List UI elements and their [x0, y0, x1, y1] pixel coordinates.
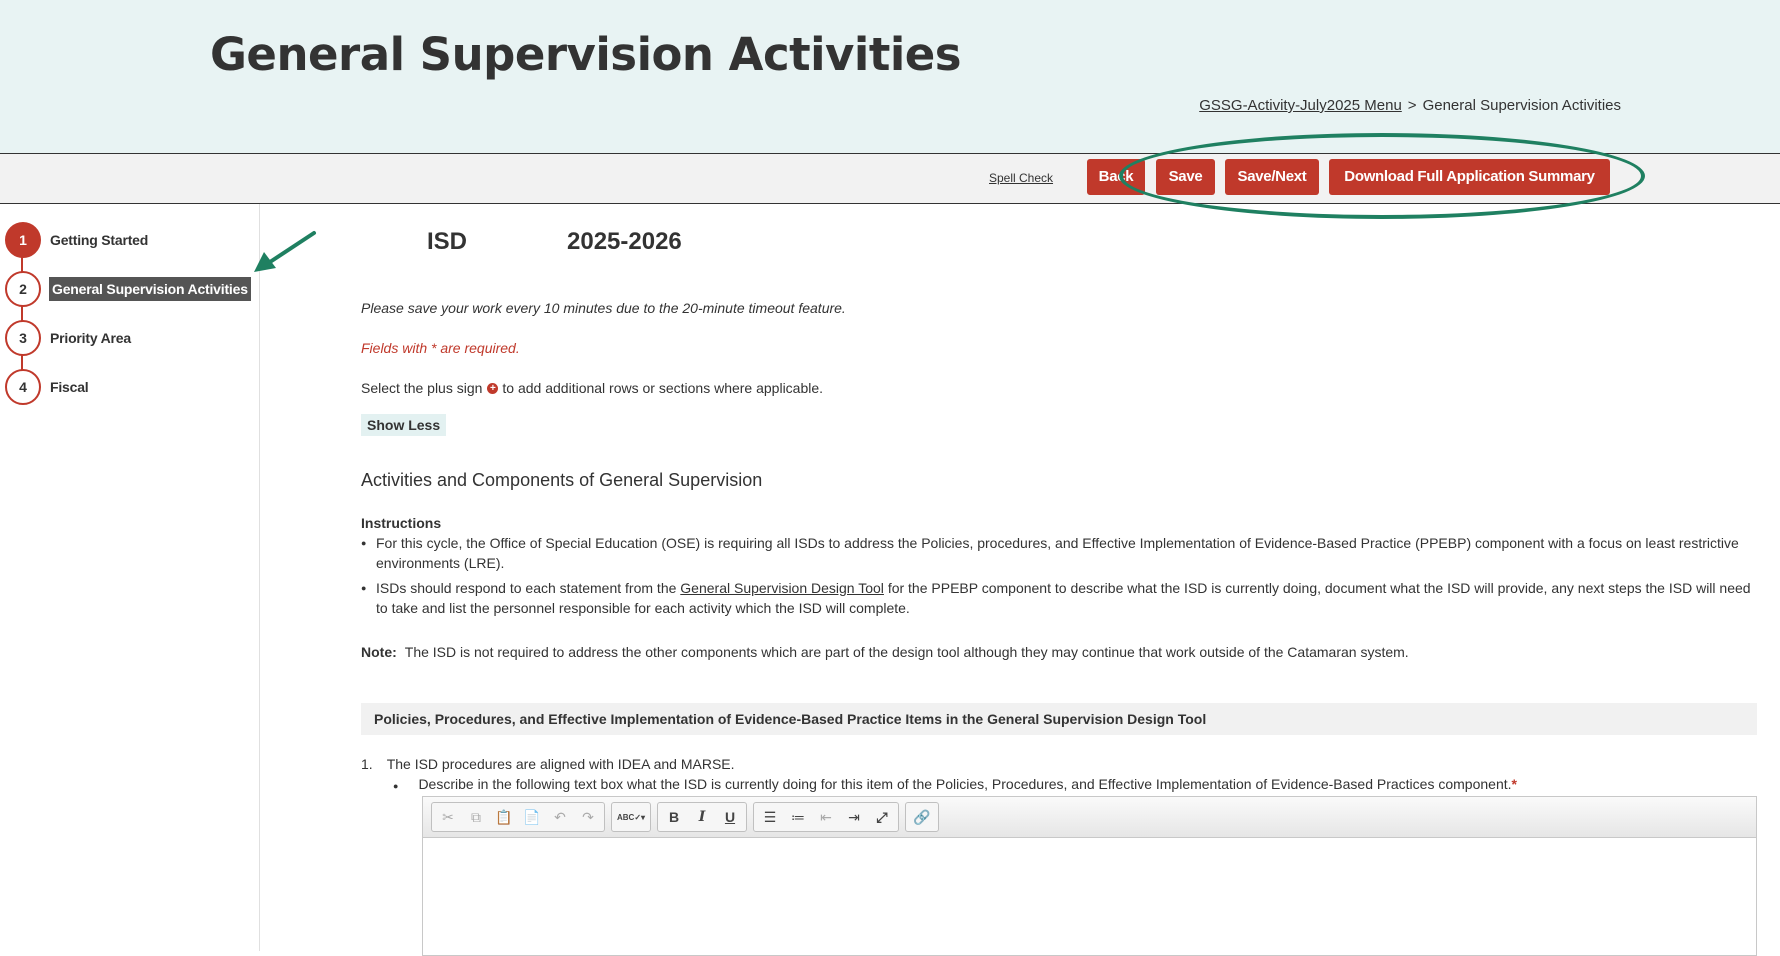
- paste-text-icon[interactable]: 📄: [518, 805, 546, 829]
- bulleted-list-icon[interactable]: ≔: [784, 805, 812, 829]
- step-general-supervision-activities[interactable]: 2 General Supervision Activities: [5, 271, 251, 307]
- italic-button[interactable]: I: [688, 805, 716, 829]
- breadcrumb-menu-link[interactable]: GSSG-Activity-July2025 Menu: [1199, 97, 1402, 114]
- note: Note: The ISD is not required to address …: [361, 644, 1409, 660]
- note-label: Note:: [361, 644, 397, 660]
- breadcrumb-separator: >: [1407, 97, 1417, 114]
- save-reminder: Please save your work every 10 minutes d…: [361, 300, 846, 316]
- back-button[interactable]: Back: [1087, 159, 1145, 195]
- cut-icon[interactable]: ✂: [434, 805, 462, 829]
- page-title: General Supervision Activities: [210, 28, 962, 81]
- step-sidebar: [0, 204, 260, 951]
- plus-note-before: Select the plus sign: [361, 380, 483, 396]
- ppebp-section-header: Policies, Procedures, and Effective Impl…: [361, 703, 1757, 735]
- required-asterisk: *: [1511, 776, 1517, 792]
- step-label: Fiscal: [50, 379, 89, 395]
- step-getting-started[interactable]: 1 Getting Started: [5, 222, 148, 258]
- paste-icon[interactable]: 📋: [490, 805, 518, 829]
- format-group: B I U: [657, 802, 747, 832]
- save-next-button[interactable]: Save/Next: [1225, 159, 1319, 195]
- spellcheck-icon[interactable]: ABC ✓▾: [614, 805, 648, 829]
- step-number: 1: [5, 222, 41, 258]
- step-priority-area[interactable]: 3 Priority Area: [5, 320, 131, 356]
- link-icon[interactable]: 🔗: [908, 805, 936, 829]
- step-label: General Supervision Activities: [49, 277, 251, 301]
- plus-note-after: to add additional rows or sections where…: [502, 380, 824, 396]
- clipboard-group: ✂ ⧉ 📋 📄 ↶ ↷: [431, 802, 605, 832]
- plus-sign-note: Select the plus sign + to add additional…: [361, 380, 823, 396]
- rich-text-editor[interactable]: ✂ ⧉ 📋 📄 ↶ ↷ ABC ✓▾ B I U ☰ ≔ ⇤ ⇥ ⤢ 🔗: [422, 796, 1757, 956]
- breadcrumb: GSSG-Activity-July2025 Menu > General Supe…: [1199, 97, 1621, 114]
- bold-button[interactable]: B: [660, 805, 688, 829]
- instruction-item: For this cycle, the Office of Special Ed…: [361, 533, 1753, 573]
- step-number: 4: [5, 369, 41, 405]
- bullet-dot: ●: [393, 781, 399, 791]
- step-label: Getting Started: [50, 232, 149, 248]
- indent-icon[interactable]: ⇥: [840, 805, 868, 829]
- design-tool-link[interactable]: General Supervision Design Tool: [680, 580, 884, 596]
- item-1: 1. The ISD procedures are aligned with ID…: [361, 756, 735, 772]
- note-text: The ISD is not required to address the o…: [404, 644, 1409, 660]
- instruction-text: For this cycle, the Office of Special Ed…: [376, 535, 1739, 571]
- item-number: 1.: [361, 756, 373, 772]
- instruction-item: ISDs should respond to each statement fr…: [361, 578, 1753, 618]
- action-toolbar: Spell Check Back Save Save/Next Download…: [0, 154, 1780, 204]
- download-summary-button[interactable]: Download Full Application Summary: [1329, 159, 1610, 195]
- step-number: 2: [5, 271, 41, 307]
- item-text: The ISD procedures are aligned with IDEA…: [386, 756, 735, 772]
- link-group: 🔗: [905, 802, 939, 832]
- instructions-list: For this cycle, the Office of Special Ed…: [361, 533, 1753, 623]
- redo-icon[interactable]: ↷: [574, 805, 602, 829]
- section-title: Activities and Components of General Sup…: [361, 470, 763, 490]
- undo-icon[interactable]: ↶: [546, 805, 574, 829]
- maximize-icon[interactable]: ⤢: [868, 805, 896, 829]
- spellcheck-group: ABC ✓▾: [611, 802, 651, 832]
- instruction-text: ISDs should respond to each statement fr…: [376, 580, 677, 596]
- save-button[interactable]: Save: [1156, 159, 1215, 195]
- step-number: 3: [5, 320, 41, 356]
- page-header: General Supervision Activities GSSG-Acti…: [0, 0, 1780, 154]
- annotation-arrow-icon: [254, 231, 316, 272]
- required-note: Fields with * are required.: [361, 340, 520, 356]
- copy-icon[interactable]: ⧉: [462, 805, 490, 829]
- editor-toolbar: ✂ ⧉ 📋 📄 ↶ ↷ ABC ✓▾ B I U ☰ ≔ ⇤ ⇥ ⤢ 🔗: [423, 797, 1756, 838]
- outdent-icon[interactable]: ⇤: [812, 805, 840, 829]
- list-group: ☰ ≔ ⇤ ⇥ ⤢: [753, 802, 899, 832]
- plus-icon: +: [487, 382, 499, 394]
- breadcrumb-current: General Supervision Activities: [1422, 97, 1621, 114]
- underline-button[interactable]: U: [716, 805, 744, 829]
- item-description-text: Describe in the following text box what …: [418, 776, 1512, 792]
- step-label: Priority Area: [50, 330, 131, 346]
- org-label: ISD: [427, 228, 468, 255]
- show-less-toggle[interactable]: Show Less: [361, 414, 447, 436]
- item-1-description: ● Describe in the following text box wha…: [393, 776, 1517, 796]
- instructions-heading: Instructions: [361, 515, 442, 531]
- numbered-list-icon[interactable]: ☰: [756, 805, 784, 829]
- year-label: 2025-2026: [567, 228, 682, 255]
- spell-check-link[interactable]: Spell Check: [989, 171, 1053, 185]
- step-fiscal[interactable]: 4 Fiscal: [5, 369, 89, 405]
- spellcheck-glyph: ABC: [616, 812, 635, 822]
